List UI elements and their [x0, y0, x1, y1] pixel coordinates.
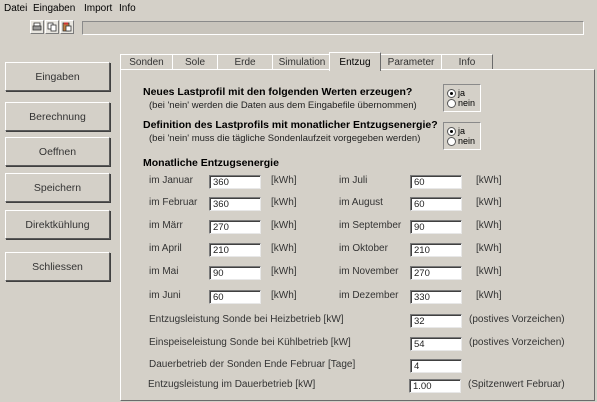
tab-info[interactable]: Info: [441, 54, 493, 70]
input-april[interactable]: 210: [209, 243, 261, 257]
input-januar[interactable]: 360: [209, 175, 261, 189]
q1-yes-option[interactable]: ja: [447, 88, 465, 98]
q2-radio-group: ja nein: [443, 122, 481, 150]
entzug-panel: Neues Lastprofil mit den folgenden Werte…: [120, 69, 595, 401]
label-september: im September: [339, 220, 402, 231]
menu-import[interactable]: Import: [84, 3, 112, 14]
label-juli: im Juli: [339, 175, 368, 186]
q2-no-option[interactable]: nein: [447, 136, 475, 146]
input-dauerbetrieb[interactable]: 4: [410, 359, 462, 373]
tab-sonden[interactable]: Sonden: [120, 54, 173, 70]
label-februar: im Februar: [149, 197, 198, 208]
label-januar: im Januar: [149, 175, 193, 186]
tab-entzug[interactable]: Entzug: [329, 52, 381, 71]
tab-strip: Sonden Sole Erde Simulation Entzug Param…: [120, 52, 590, 71]
unit-september: [kWh]: [476, 220, 502, 231]
input-kuehlbetrieb[interactable]: 54: [410, 337, 462, 351]
input-oktober[interactable]: 210: [410, 243, 462, 257]
toolbar-field: [82, 21, 584, 35]
unit-november: [kWh]: [476, 266, 502, 277]
tab-erde[interactable]: Erde: [217, 54, 273, 70]
label-juni: im Juni: [149, 290, 181, 301]
q2-yes-label: ja: [458, 126, 466, 136]
tab-sole[interactable]: Sole: [172, 54, 218, 70]
eingaben-button[interactable]: Eingaben: [5, 62, 110, 91]
schliessen-button[interactable]: Schliessen: [5, 252, 110, 281]
input-mai[interactable]: 90: [209, 266, 261, 280]
berechnung-button[interactable]: Berechnung: [5, 102, 110, 131]
input-heizbetrieb[interactable]: 32: [410, 314, 462, 328]
tab-simulation[interactable]: Simulation: [272, 54, 332, 70]
q2-no-label: nein: [458, 136, 476, 146]
input-november[interactable]: 270: [410, 266, 462, 280]
speichern-button[interactable]: Speichern: [5, 173, 110, 202]
direktkuehlung-button[interactable]: Direktkühlung: [5, 210, 110, 239]
radio-icon[interactable]: [447, 136, 456, 146]
q1-no-option[interactable]: nein: [447, 98, 475, 108]
note-kuehlbetrieb: (postives Vorzeichen): [469, 337, 565, 348]
label-kuehlbetrieb: Einspeiseleistung Sonde bei Kühlbetrieb …: [149, 337, 351, 348]
q1-yes-label: ja: [458, 88, 466, 98]
label-mai: im Mai: [149, 266, 179, 277]
unit-juli: [kWh]: [476, 175, 502, 186]
radio-selected-icon[interactable]: [447, 126, 456, 136]
tab-parameter[interactable]: Parameter: [380, 54, 442, 70]
label-heizbetrieb: Entzugsleistung Sonde bei Heizbetrieb [k…: [149, 314, 344, 325]
unit-august: [kWh]: [476, 197, 502, 208]
oeffnen-button[interactable]: Oeffnen: [5, 137, 110, 166]
input-august[interactable]: 60: [410, 197, 462, 211]
unit-januar: [kWh]: [271, 175, 297, 186]
input-dezember[interactable]: 330: [410, 290, 462, 304]
unit-februar: [kWh]: [271, 197, 297, 208]
input-september[interactable]: 90: [410, 220, 462, 234]
input-juni[interactable]: 60: [209, 290, 261, 304]
radio-icon[interactable]: [447, 98, 456, 108]
menu-eingaben[interactable]: Eingaben: [33, 3, 75, 14]
unit-maerz: [kWh]: [271, 220, 297, 231]
q2-yes-option[interactable]: ja: [447, 126, 465, 136]
label-oktober: im Oktober: [339, 243, 388, 254]
input-juli[interactable]: 60: [410, 175, 462, 189]
print-icon[interactable]: [30, 20, 44, 34]
copy-icon[interactable]: [45, 20, 59, 34]
monthly-title: Monatliche Entzugsenergie: [143, 157, 279, 169]
unit-juni: [kWh]: [271, 290, 297, 301]
unit-mai: [kWh]: [271, 266, 297, 277]
menu-datei[interactable]: Datei: [4, 3, 27, 14]
unit-april: [kWh]: [271, 243, 297, 254]
input-maerz[interactable]: 270: [209, 220, 261, 234]
label-november: im November: [339, 266, 399, 277]
paste-icon[interactable]: [60, 20, 74, 34]
label-dauerbetrieb: Dauerbetrieb der Sonden Ende Februar [Ta…: [149, 359, 356, 370]
menu-info[interactable]: Info: [119, 3, 136, 14]
q1-title: Neues Lastprofil mit den folgenden Werte…: [143, 86, 413, 98]
label-august: im August: [339, 197, 383, 208]
q1-note: (bei 'nein' werden die Daten aus dem Ein…: [149, 100, 417, 111]
unit-oktober: [kWh]: [476, 243, 502, 254]
q1-radio-group: ja nein: [443, 84, 481, 112]
input-februar[interactable]: 360: [209, 197, 261, 211]
label-maerz: im Märr: [149, 220, 183, 231]
toolbar: [0, 17, 597, 39]
note-heizbetrieb: (postives Vorzeichen): [469, 314, 565, 325]
q2-note: (bei 'nein' muss die tägliche Sondenlauf…: [149, 133, 421, 144]
menu-bar: Datei Eingaben Import Info: [0, 0, 597, 16]
label-dezember: im Dezember: [339, 290, 399, 301]
radio-selected-icon[interactable]: [447, 88, 456, 98]
unit-dezember: [kWh]: [476, 290, 502, 301]
q2-title: Definition des Lastprofils mit monatlich…: [143, 119, 438, 131]
label-april: im April: [149, 243, 182, 254]
q1-no-label: nein: [458, 98, 476, 108]
